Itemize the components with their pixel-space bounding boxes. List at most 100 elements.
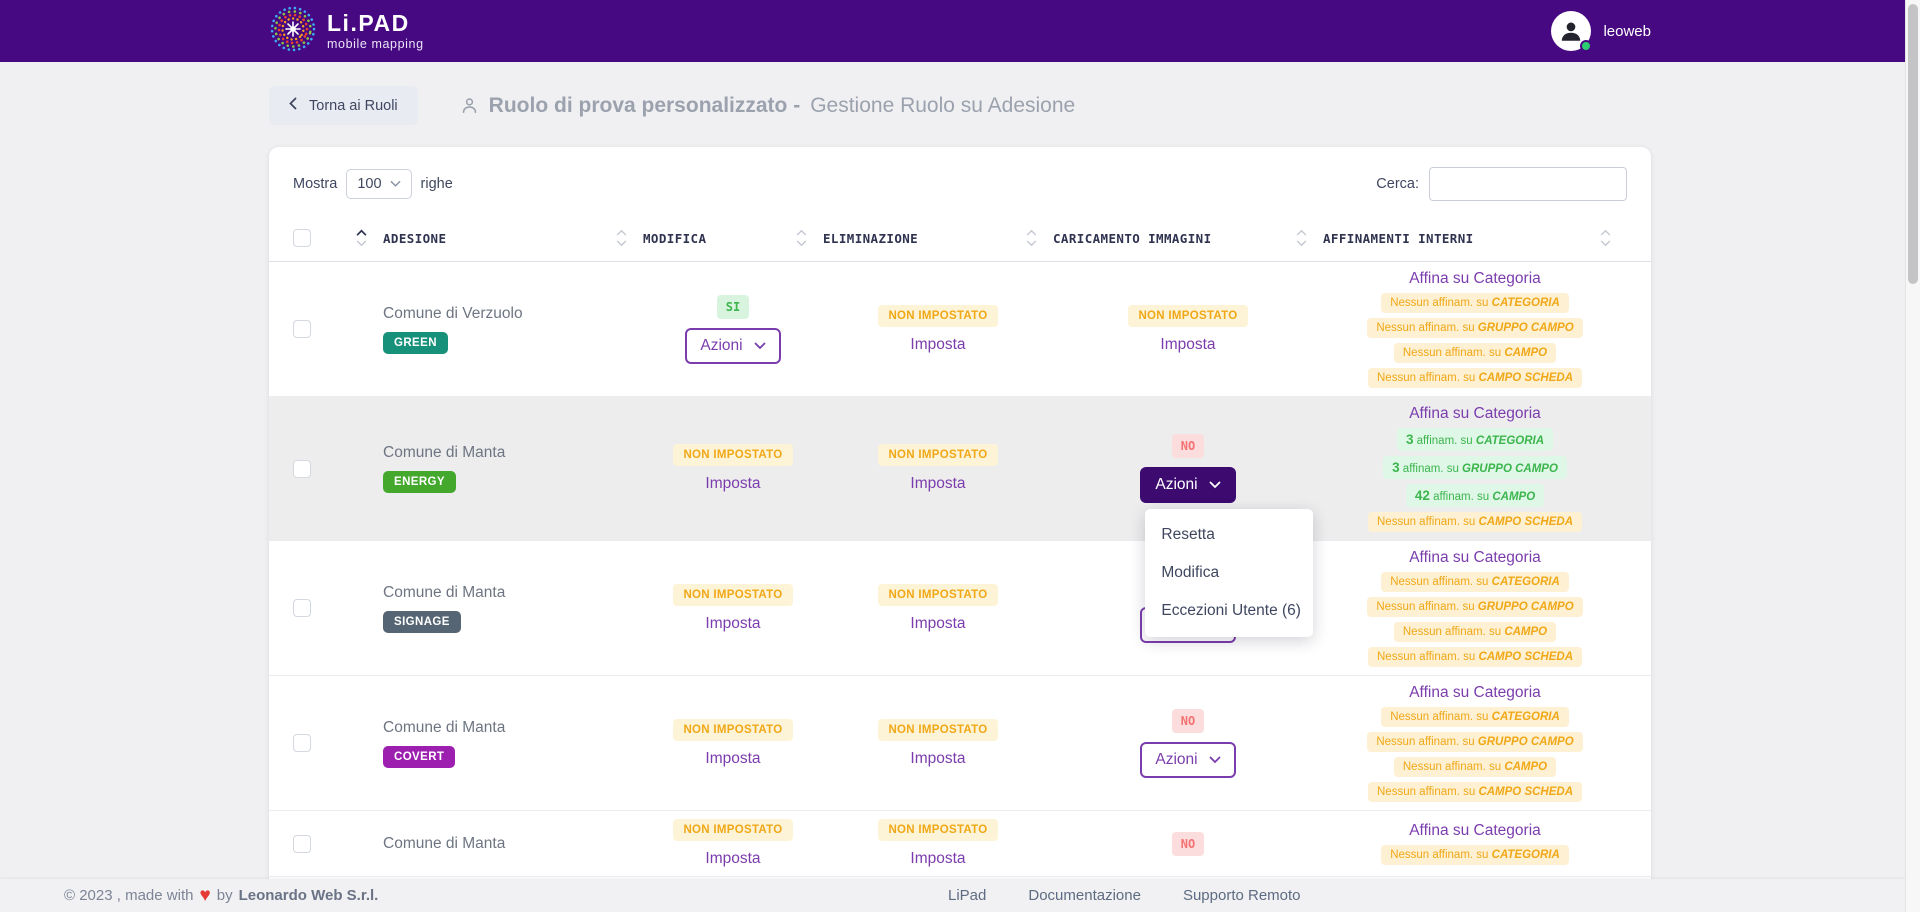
sort-column[interactable]	[333, 229, 383, 247]
azioni-button-label: Azioni	[700, 337, 742, 355]
adesione-name: Comune di Manta	[383, 835, 505, 853]
dropdown-item[interactable]: Eccezioni Utente (6)	[1145, 592, 1313, 630]
scrollbar-thumb[interactable]	[1908, 4, 1918, 284]
imposta-link[interactable]: Imposta	[705, 475, 760, 493]
affinamenti-cell: Affina su Categoria Nessun affinam. su C…	[1323, 549, 1627, 667]
page-size-select[interactable]: 100	[346, 169, 411, 199]
column-header-affinamenti-interni[interactable]: AFFINAMENTI INTERNI	[1323, 229, 1627, 247]
status-badge-si: SI	[717, 295, 749, 319]
row-checkbox[interactable]	[293, 734, 311, 752]
azioni-button[interactable]: Azioni	[1140, 742, 1235, 778]
dropdown-item[interactable]: Modifica	[1145, 554, 1313, 592]
affina-categoria-link[interactable]: Affina su Categoria	[1409, 684, 1541, 702]
chevron-down-icon	[1209, 756, 1221, 764]
online-status-dot	[1580, 40, 1592, 52]
affinamenti-badges: Nessun affinam. su CATEGORIANessun affin…	[1367, 572, 1582, 667]
affinamenti-cell: Affina su Categoria Nessun affinam. su C…	[1323, 684, 1627, 802]
logo-subtitle: mobile mapping	[327, 37, 424, 51]
azioni-button[interactable]: Azioni	[685, 328, 780, 364]
sort-desc-icon	[1026, 240, 1037, 247]
user-menu[interactable]: leoweb	[1551, 11, 1651, 51]
sort-desc-icon	[616, 240, 627, 247]
eliminazione-cell: NON IMPOSTATOImposta	[823, 819, 1053, 868]
affinamento-target: CATEGORIA	[1492, 297, 1560, 309]
imposta-link[interactable]: Imposta	[910, 615, 965, 633]
affina-categoria-link[interactable]: Affina su Categoria	[1409, 270, 1541, 288]
affinamento-count: 42	[1415, 488, 1430, 503]
affinamento-target: GRUPPO CAMPO	[1478, 736, 1574, 748]
avatar	[1551, 11, 1591, 51]
affinamento-badge: Nessun affinam. su GRUPPO CAMPO	[1367, 318, 1582, 338]
lipad-logo[interactable]: Li.PAD mobile mapping	[269, 5, 424, 58]
footer-links: LiPad Documentazione Supporto Remoto	[948, 887, 1301, 904]
imposta-link[interactable]: Imposta	[910, 850, 965, 868]
select-all-checkbox[interactable]	[293, 229, 311, 247]
table-row: Comune di Manta COVERT NON IMPOSTATO Impo…	[269, 676, 1651, 811]
back-to-roles-button[interactable]: Torna ai Ruoli	[269, 86, 418, 125]
affinamento-badge: 3 affinam. su CATEGORIA	[1397, 428, 1553, 451]
affinamento-target: CAMPO	[1504, 347, 1547, 359]
row-checkbox[interactable]	[293, 599, 311, 617]
table-controls: Mostra 100 righe Cerca:	[293, 167, 1627, 201]
imposta-link[interactable]: Imposta	[705, 615, 760, 633]
azioni-button-label: Azioni	[1155, 751, 1197, 769]
affinamento-text: affinam. su	[1400, 463, 1462, 475]
column-header-adesione[interactable]: ADESIONE	[383, 229, 643, 247]
column-header-modifica[interactable]: MODIFICA	[643, 229, 823, 247]
column-header-eliminazione[interactable]: ELIMINAZIONE	[823, 229, 1053, 247]
sort-desc-icon	[1296, 240, 1307, 247]
dropdown-item[interactable]: Resetta	[1145, 516, 1313, 554]
affinamento-badge: Nessun affinam. su CAMPO	[1394, 757, 1556, 777]
affinamento-text: affinam. su	[1413, 435, 1475, 447]
sort-icons[interactable]	[796, 229, 807, 247]
modifica-cell: SI Azioni	[643, 295, 823, 364]
status-badge-non-impostato: NON IMPOSTATO	[878, 444, 997, 466]
row-checkbox-cell	[293, 460, 333, 478]
sort-icons[interactable]	[1026, 229, 1037, 247]
row-checkbox[interactable]	[293, 320, 311, 338]
status-badge-non-impostato: NON IMPOSTATO	[673, 719, 792, 741]
affina-categoria-link[interactable]: Affina su Categoria	[1409, 405, 1541, 423]
imposta-link[interactable]: Imposta	[1160, 336, 1215, 354]
row-checkbox[interactable]	[293, 460, 311, 478]
status-badge-no: NO	[1172, 709, 1204, 733]
heart-icon: ♥	[199, 886, 210, 905]
row-checkbox-cell	[293, 599, 333, 617]
affinamenti-badges: Nessun affinam. su CATEGORIANessun affin…	[1367, 707, 1582, 802]
affinamento-target: CAMPO	[1504, 626, 1547, 638]
footer-link-lipad[interactable]: LiPad	[948, 887, 986, 904]
affinamento-badge: Nessun affinam. su CATEGORIA	[1381, 293, 1569, 313]
status-badge-non-impostato: NON IMPOSTATO	[1128, 305, 1247, 327]
column-header-caricamento-immagini[interactable]: CARICAMENTO IMMAGINI	[1053, 229, 1323, 247]
imposta-link[interactable]: Imposta	[705, 850, 760, 868]
chevron-left-icon	[289, 97, 297, 114]
row-checkbox-cell	[293, 320, 333, 338]
affinamento-target: CAMPO SCHEDA	[1478, 651, 1573, 663]
footer-link-documentazione[interactable]: Documentazione	[1028, 887, 1141, 904]
imposta-link[interactable]: Imposta	[705, 750, 760, 768]
affinamento-badge: Nessun affinam. su CATEGORIA	[1381, 572, 1569, 592]
sort-icons[interactable]	[1600, 229, 1611, 247]
eliminazione-cell: NON IMPOSTATO Imposta	[823, 305, 1053, 354]
affina-categoria-link[interactable]: Affina su Categoria	[1409, 549, 1541, 567]
person-icon	[460, 96, 479, 115]
imposta-link[interactable]: Imposta	[910, 475, 965, 493]
imposta-link[interactable]: Imposta	[910, 750, 965, 768]
adesione-cell: Comune di Manta COVERT	[383, 719, 643, 768]
azioni-button[interactable]: Azioni	[1140, 467, 1235, 503]
affinamento-badge: Nessun affinam. su CAMPO	[1394, 343, 1556, 363]
page-scrollbar[interactable]	[1905, 0, 1920, 912]
imposta-link[interactable]: Imposta	[910, 336, 965, 354]
status-badge-non-impostato: NON IMPOSTATO	[878, 305, 997, 327]
search-input[interactable]	[1429, 167, 1627, 201]
row-checkbox[interactable]	[293, 835, 311, 853]
sort-desc-icon	[1600, 240, 1611, 247]
affina-categoria-link[interactable]: Affina su Categoria	[1409, 822, 1541, 840]
row-checkbox-cell	[293, 835, 333, 853]
sort-icons[interactable]	[356, 229, 367, 247]
sort-icons[interactable]	[1296, 229, 1307, 247]
affinamento-text: Nessun affinam. su	[1376, 322, 1477, 334]
sort-icons[interactable]	[616, 229, 627, 247]
eliminazione-cell: NON IMPOSTATOImposta	[823, 584, 1053, 633]
footer-link-supporto-remoto[interactable]: Supporto Remoto	[1183, 887, 1301, 904]
